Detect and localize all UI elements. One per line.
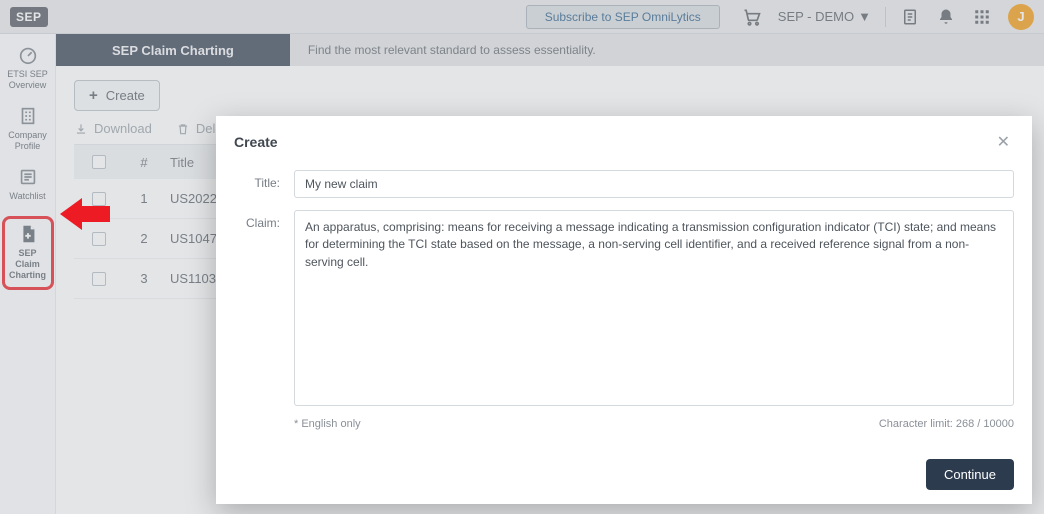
chevron-down-icon: ▼ (858, 9, 871, 24)
sidebar-item-watchlist[interactable]: Watchlist (2, 166, 54, 202)
subscribe-button[interactable]: Subscribe to SEP OmniLytics (526, 5, 720, 29)
page-subtitle: Find the most relevant standard to asses… (308, 43, 596, 57)
continue-button[interactable]: Continue (926, 459, 1014, 490)
create-button-label: Create (106, 88, 145, 103)
cart-icon[interactable] (738, 3, 766, 31)
row-num: 2 (124, 231, 164, 246)
document-icon[interactable] (896, 3, 924, 31)
sidebar-item-company[interactable]: Company Profile (2, 105, 54, 152)
sidebar-label: ETSI SEP Overview (7, 69, 48, 91)
avatar[interactable]: J (1008, 4, 1034, 30)
row-num: 1 (124, 191, 164, 206)
claim-textarea[interactable] (294, 210, 1014, 406)
account-dropdown[interactable]: SEP - DEMO ▼ (778, 9, 871, 24)
char-limit: Character limit: 268 / 10000 (879, 418, 1014, 430)
sidebar-item-claim-charting[interactable]: SEP Claim Charting (2, 216, 54, 290)
claim-label: Claim: (234, 210, 280, 406)
modal-title: Create (234, 134, 278, 150)
file-add-icon (17, 223, 39, 245)
row-checkbox[interactable] (92, 192, 106, 206)
english-only-note: * English only (294, 418, 361, 430)
row-checkbox[interactable] (92, 272, 106, 286)
title-input[interactable] (294, 170, 1014, 198)
bell-icon[interactable] (932, 3, 960, 31)
gauge-icon (17, 44, 39, 66)
col-num: # (124, 155, 164, 170)
create-button[interactable]: + Create (74, 80, 160, 111)
sidebar-label: Company Profile (8, 130, 47, 152)
row-checkbox[interactable] (92, 232, 106, 246)
download-link[interactable]: Download (74, 121, 152, 136)
sidebar-label: Watchlist (9, 191, 45, 202)
list-icon (17, 166, 39, 188)
header-checkbox[interactable] (92, 155, 106, 169)
sidebar-label: SEP Claim Charting (7, 248, 49, 281)
account-label: SEP - DEMO (778, 9, 854, 24)
close-icon[interactable]: ✕ (993, 130, 1014, 154)
building-icon (17, 105, 39, 127)
trash-icon (176, 122, 190, 136)
create-modal: Create ✕ Title: Claim: * English only Ch… (216, 116, 1032, 504)
sidebar-item-overview[interactable]: ETSI SEP Overview (2, 44, 54, 91)
apps-grid-icon[interactable] (968, 3, 996, 31)
title-label: Title: (234, 170, 280, 198)
row-num: 3 (124, 271, 164, 286)
divider (885, 7, 886, 27)
download-icon (74, 122, 88, 136)
plus-icon: + (89, 87, 98, 104)
app-logo[interactable]: SEP (10, 7, 48, 27)
download-label: Download (94, 121, 152, 136)
page-title: SEP Claim Charting (56, 34, 290, 66)
